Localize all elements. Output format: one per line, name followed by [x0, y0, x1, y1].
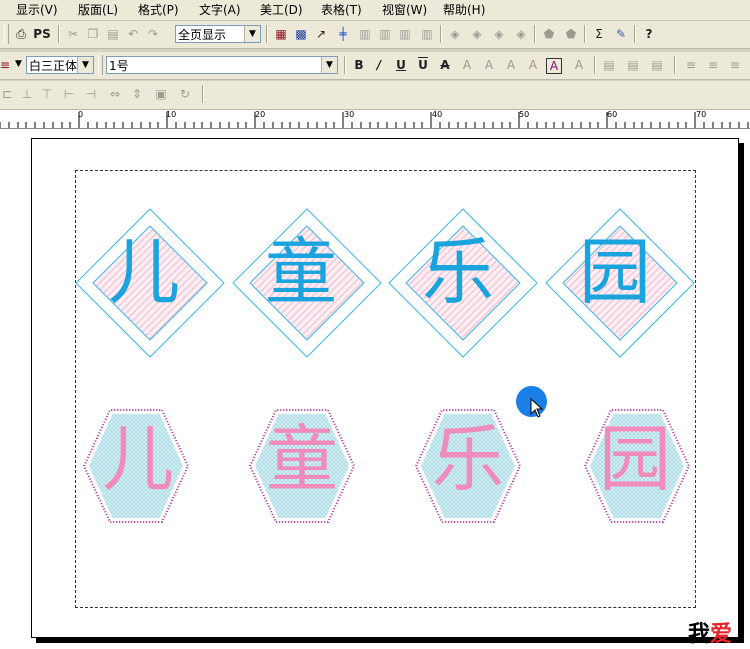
hex-char-1[interactable]: 儿 [100, 423, 176, 495]
watermark-red: 爱 [710, 621, 733, 647]
artwork-layer [75, 208, 695, 523]
diamond-char-2[interactable]: 童 [263, 236, 339, 308]
mouse-pointer-icon [530, 398, 544, 418]
hex-char-2[interactable]: 童 [264, 423, 340, 495]
hex-char-4[interactable]: 园 [597, 423, 673, 495]
diamond-char-4[interactable]: 园 [577, 236, 653, 308]
watermark-logo: 我爱 [688, 616, 732, 648]
hex-char-3[interactable]: 乐 [430, 423, 506, 495]
diamond-char-3[interactable]: 乐 [420, 236, 496, 308]
watermark-black: 我 [688, 621, 711, 647]
diamond-char-1[interactable]: 儿 [106, 236, 182, 308]
